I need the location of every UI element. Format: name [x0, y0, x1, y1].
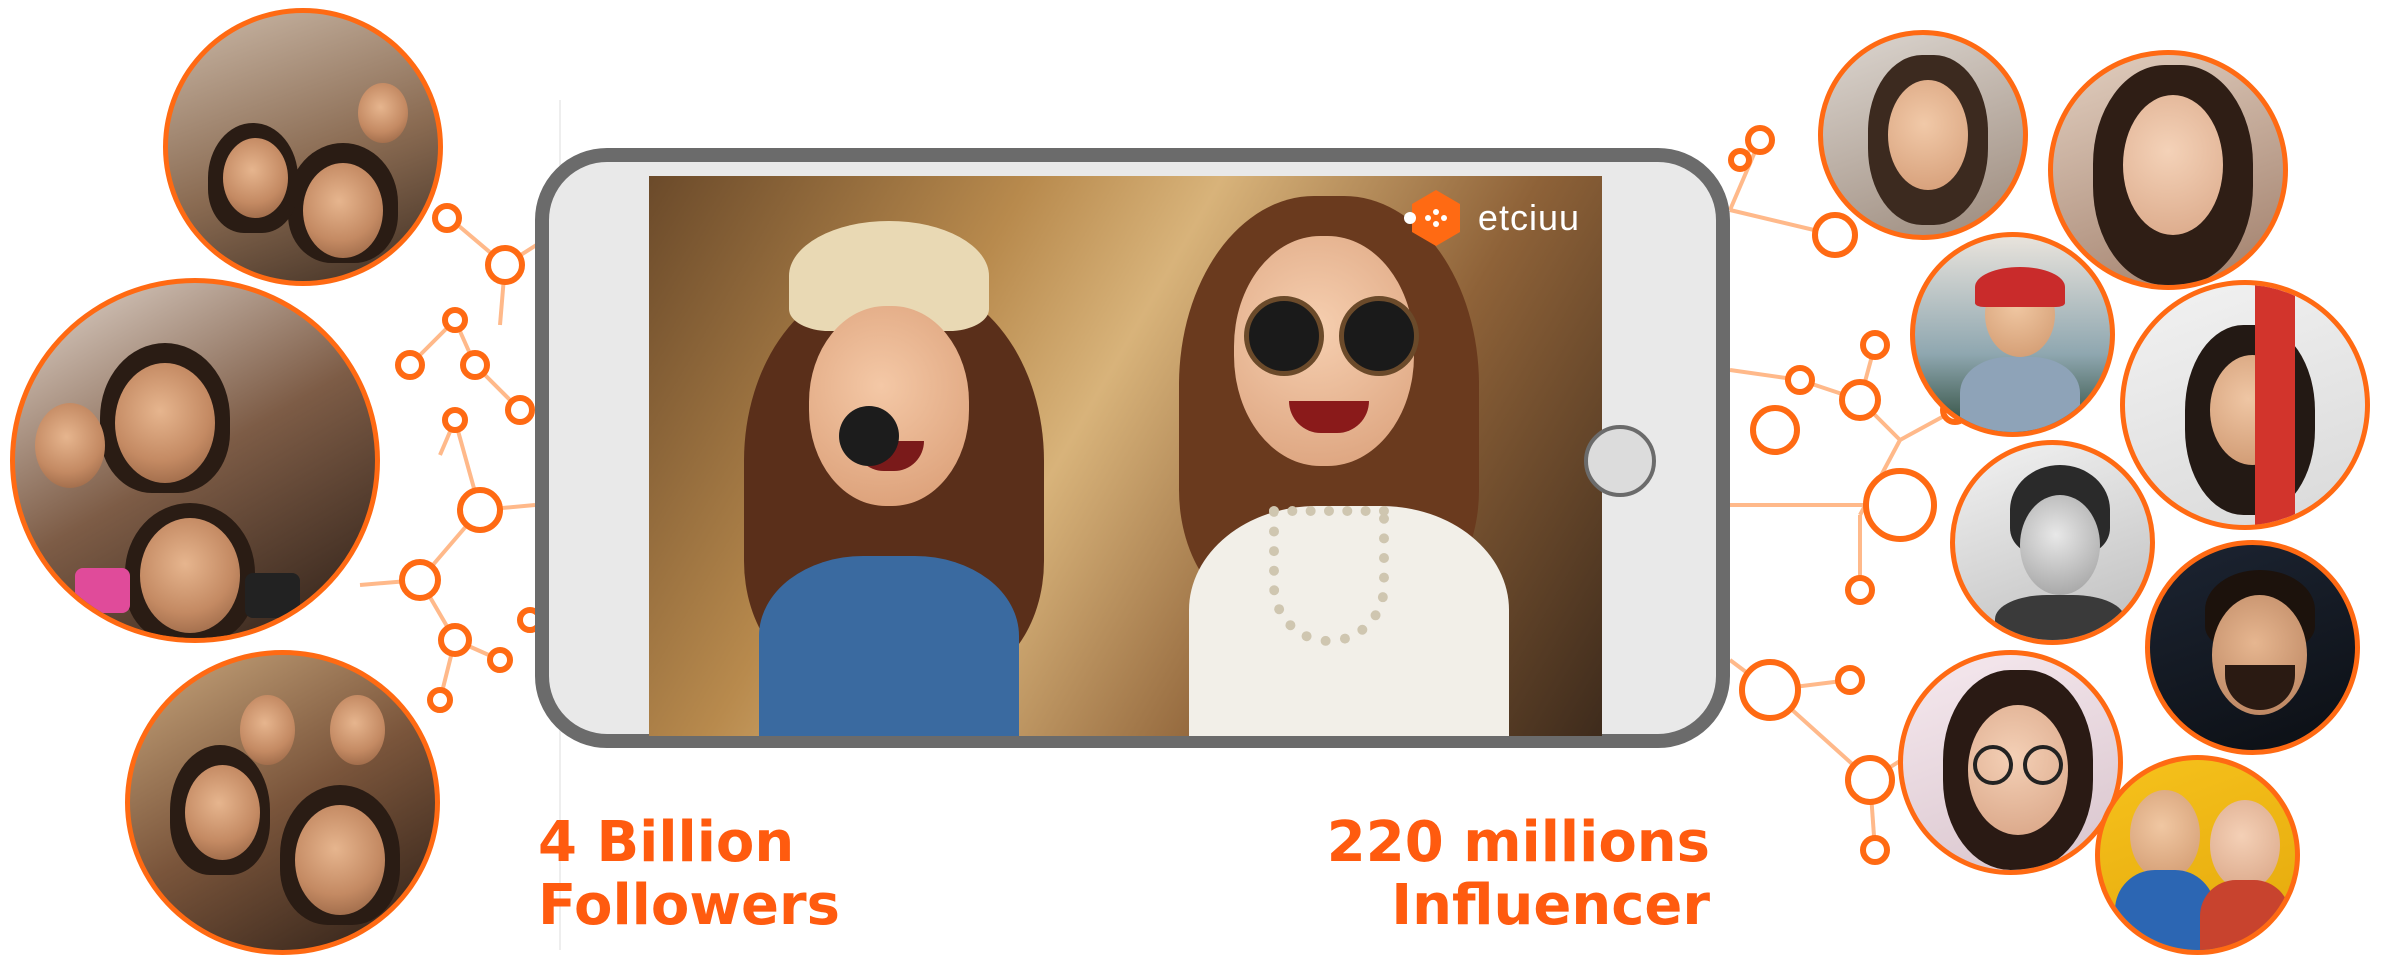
- influencer-photo-8: [2095, 755, 2300, 955]
- followers-count: 4 Billion: [538, 810, 795, 875]
- influencer-photo-3: [1910, 232, 2115, 437]
- headphone-left: [839, 406, 899, 466]
- crowd-photo-top: [163, 8, 443, 286]
- influencer-count: 220 millions: [1326, 810, 1710, 875]
- etciuu-logo-icon: [1403, 190, 1460, 246]
- influencer-photo-5: [1950, 440, 2155, 645]
- phone-home-button: [1584, 425, 1656, 497]
- influencer-photo-4: [2120, 280, 2370, 530]
- brand-logo: etciuu: [1403, 186, 1580, 250]
- necklace: [1269, 506, 1389, 646]
- woman-left-top: [759, 556, 1019, 736]
- network-nodes-left: [395, 203, 543, 713]
- influencer-photo-7: [1898, 650, 2123, 875]
- influencer-label: Influencer: [1391, 872, 1710, 938]
- influencer-stat: 220 millions Influencer: [1326, 810, 1710, 938]
- sunglasses-left-lens: [1244, 296, 1324, 376]
- woman-left-face: [809, 306, 969, 506]
- brand-name: etciuu: [1477, 197, 1580, 238]
- phone-mockup: etciuu: [535, 148, 1730, 748]
- followers-label: Followers: [538, 872, 840, 938]
- crowd-photo-bottom: [125, 650, 440, 955]
- influencer-photo-6: [2145, 540, 2360, 755]
- sunglasses-right-lens: [1339, 296, 1419, 376]
- crowd-photo-middle: [10, 278, 380, 643]
- influencer-photo-2: [2048, 50, 2288, 290]
- phone-screen-photo: etciuu: [649, 176, 1602, 736]
- influencer-photo-1: [1818, 30, 2028, 240]
- followers-stat: 4 Billion Followers: [538, 810, 840, 938]
